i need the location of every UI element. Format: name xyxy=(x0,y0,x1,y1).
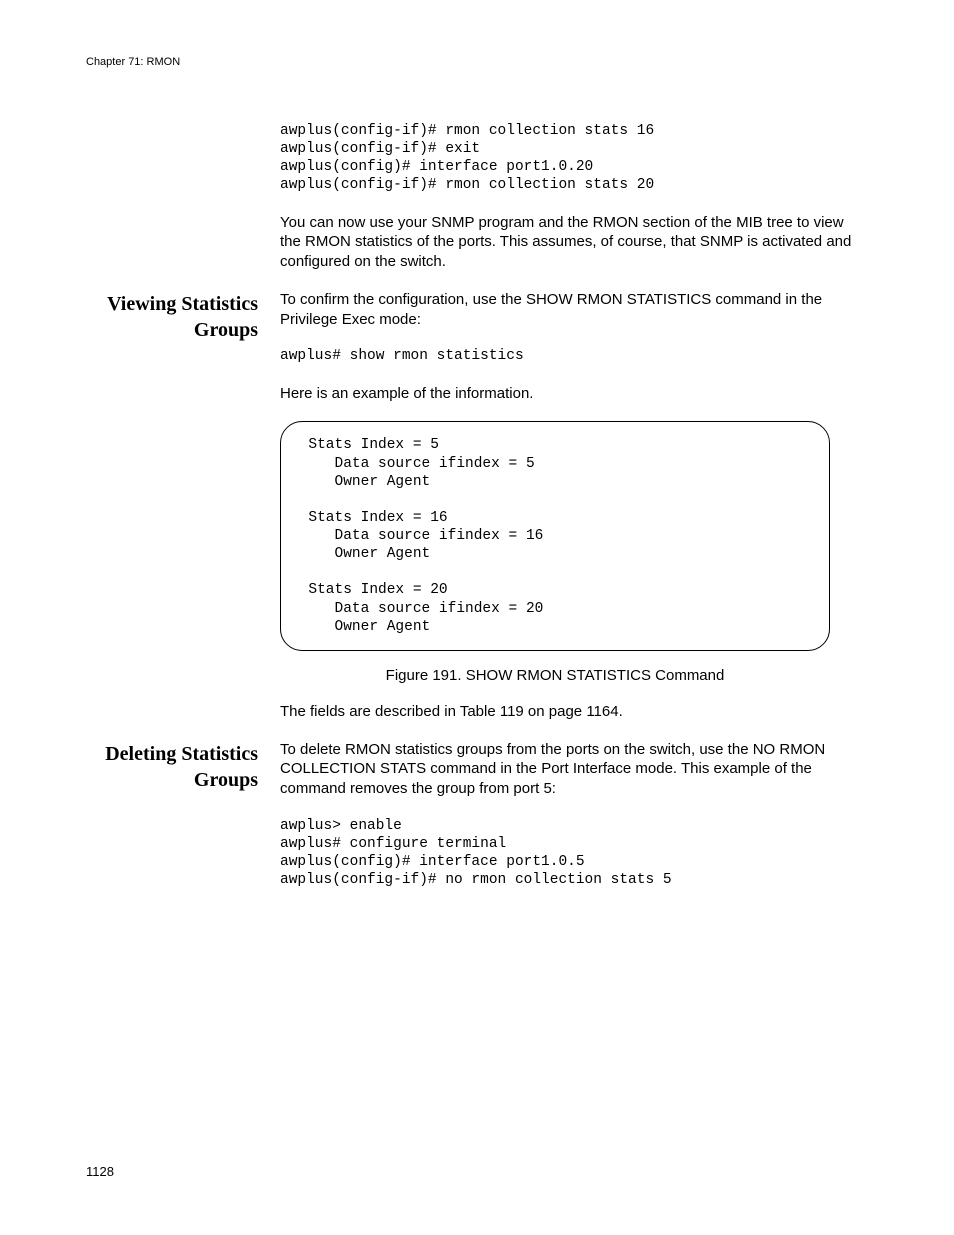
viewing-p3: The fields are described in Table 119 on… xyxy=(280,702,868,722)
viewing-code: awplus# show rmon statistics xyxy=(280,347,868,365)
viewing-heading: Viewing Statistics Groups xyxy=(86,290,280,343)
intro-code-block: awplus(config-if)# rmon collection stats… xyxy=(280,122,868,195)
output-box: Stats Index = 5 Data source ifindex = 5 … xyxy=(280,421,830,650)
viewing-p2: Here is an example of the information. xyxy=(280,384,868,404)
chapter-header: Chapter 71: RMON xyxy=(86,56,868,68)
viewing-p1: To confirm the configuration, use the SH… xyxy=(280,290,868,330)
page-number: 1128 xyxy=(86,1164,114,1179)
deleting-heading: Deleting Statistics Groups xyxy=(86,740,280,793)
deleting-p1: To delete RMON statistics groups from th… xyxy=(280,740,868,799)
deleting-code: awplus> enable awplus# configure termina… xyxy=(280,817,868,890)
figure-caption: Figure 191. SHOW RMON STATISTICS Command xyxy=(280,667,830,684)
intro-paragraph: You can now use your SNMP program and th… xyxy=(280,213,868,272)
